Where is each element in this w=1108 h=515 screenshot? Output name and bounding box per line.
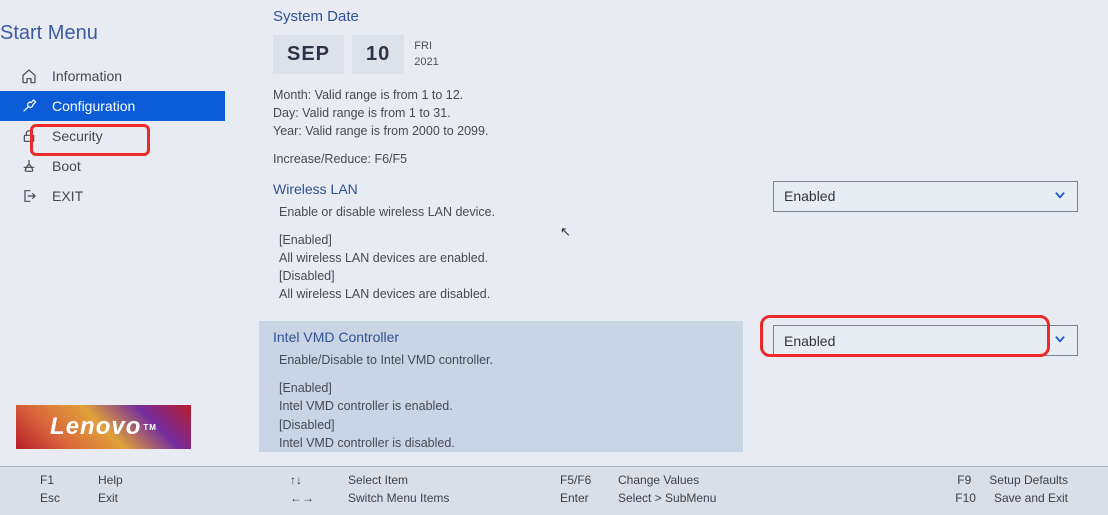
key-f1: F1 <box>40 473 80 487</box>
date-year: 2021 <box>414 55 438 70</box>
sidebar-item-label: EXIT <box>52 188 83 204</box>
wireless-disabled-text: All wireless LAN devices are disabled. <box>279 285 735 303</box>
key-updown: ↑↓ <box>290 473 330 487</box>
key-f5f6: F5/F6 <box>560 473 600 487</box>
wrench-icon <box>18 98 40 114</box>
boot-icon <box>18 158 40 174</box>
help-day: Day: Valid range is from 1 to 31. <box>273 104 1078 122</box>
lenovo-logo: LenovoTM <box>16 405 191 449</box>
wireless-section: Wireless LAN Enable or disable wireless … <box>273 181 743 304</box>
date-help: Month: Valid range is from 1 to 12. Day:… <box>273 86 1078 169</box>
lock-icon <box>18 128 40 144</box>
chevron-down-icon <box>1053 188 1067 205</box>
wireless-select-value: Enabled <box>784 188 835 204</box>
sidebar-item-configuration[interactable]: Configuration <box>0 91 225 121</box>
hint-change-values: Change Values <box>618 473 699 487</box>
date-side: FRI 2021 <box>412 39 438 70</box>
date-row: SEP 10 FRI 2021 <box>273 35 1078 74</box>
key-esc: Esc <box>40 491 80 505</box>
hint-setup-defaults: Setup Defaults <box>989 473 1068 487</box>
wireless-enabled-label: [Enabled] <box>279 231 735 249</box>
sidebar: Start Menu Information Configuration Sec… <box>0 0 225 452</box>
chevron-down-icon <box>1053 332 1067 349</box>
sidebar-item-security[interactable]: Security <box>0 121 225 151</box>
help-year: Year: Valid range is from 2000 to 2099. <box>273 122 1078 140</box>
date-day[interactable]: 10 <box>352 35 404 74</box>
key-enter: Enter <box>560 491 600 505</box>
sidebar-item-information[interactable]: Information <box>0 61 225 91</box>
vmd-disabled-text: Intel VMD controller is disabled. <box>279 434 729 452</box>
sidebar-item-label: Configuration <box>52 98 135 114</box>
key-leftright: ←→ <box>290 491 330 505</box>
wireless-disabled-label: [Disabled] <box>279 267 735 285</box>
key-f10: F10 <box>936 491 976 505</box>
vmd-desc: Enable/Disable to Intel VMD controller. <box>279 351 729 369</box>
vmd-select[interactable]: Enabled <box>773 325 1078 356</box>
exit-icon <box>18 188 40 204</box>
system-date-title: System Date <box>273 8 1078 25</box>
hint-switch-menu: Switch Menu Items <box>348 491 449 505</box>
sidebar-item-label: Security <box>52 128 103 144</box>
sidebar-item-label: Boot <box>52 158 81 174</box>
help-month: Month: Valid range is from 1 to 12. <box>273 86 1078 104</box>
vmd-section: Intel VMD Controller Enable/Disable to I… <box>259 321 743 452</box>
hint-exit: Exit <box>98 491 118 505</box>
wireless-desc: Enable or disable wireless LAN device. <box>279 203 735 221</box>
content: System Date SEP 10 FRI 2021 Month: Valid… <box>225 0 1108 452</box>
vmd-disabled-label: [Disabled] <box>279 416 729 434</box>
hint-select-item: Select Item <box>348 473 408 487</box>
key-f9: F9 <box>931 473 971 487</box>
wireless-title: Wireless LAN <box>273 181 735 197</box>
wireless-enabled-text: All wireless LAN devices are enabled. <box>279 249 735 267</box>
vmd-enabled-label: [Enabled] <box>279 379 729 397</box>
vmd-select-value: Enabled <box>784 333 835 349</box>
sidebar-item-label: Information <box>52 68 122 84</box>
date-weekday: FRI <box>414 39 438 54</box>
sidebar-item-boot[interactable]: Boot <box>0 151 225 181</box>
sidebar-item-exit[interactable]: EXIT <box>0 181 225 211</box>
vmd-enabled-text: Intel VMD controller is enabled. <box>279 397 729 415</box>
hint-submenu: Select > SubMenu <box>618 491 716 505</box>
vmd-title: Intel VMD Controller <box>273 329 729 345</box>
home-icon <box>18 68 40 84</box>
hint-help: Help <box>98 473 123 487</box>
help-incdec: Increase/Reduce: F6/F5 <box>273 150 1078 168</box>
wireless-select[interactable]: Enabled <box>773 181 1078 212</box>
date-month[interactable]: SEP <box>273 35 344 74</box>
footer: F1Help ↑↓Select Item F5/F6Change Values … <box>0 466 1108 515</box>
hint-save-exit: Save and Exit <box>994 491 1068 505</box>
sidebar-title: Start Menu <box>0 0 225 61</box>
